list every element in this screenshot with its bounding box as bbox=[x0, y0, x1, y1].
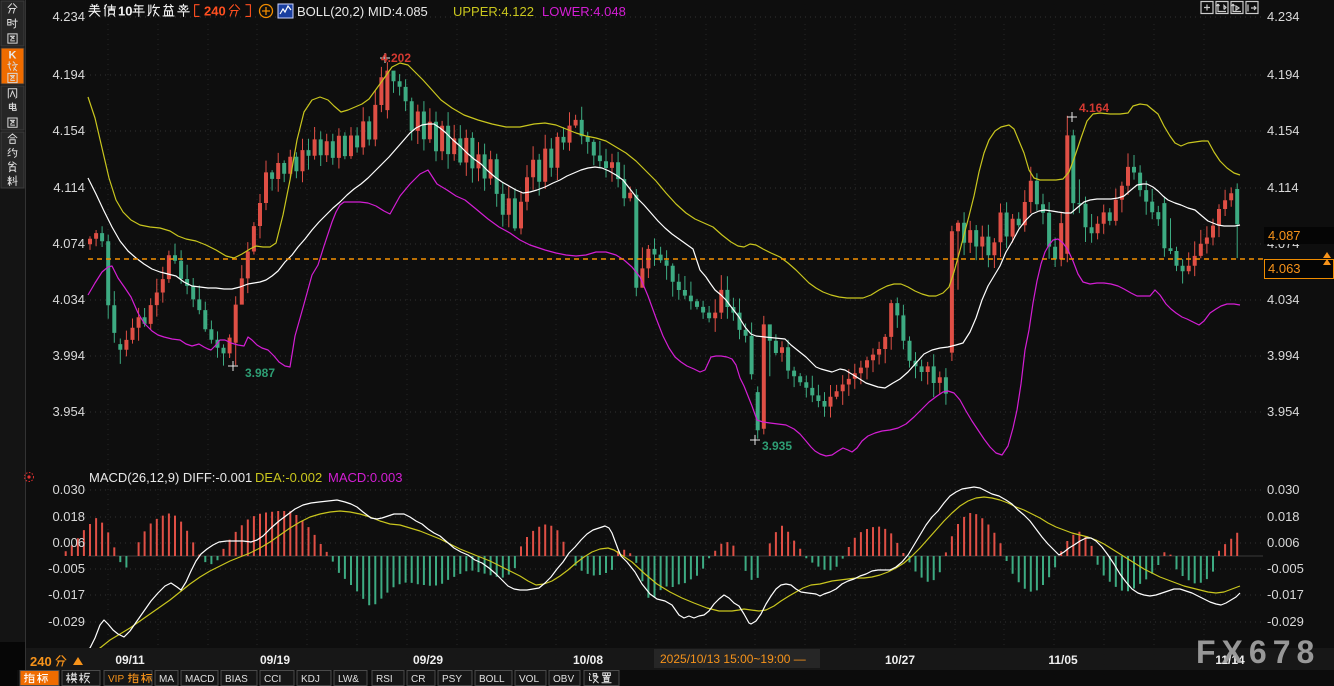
svg-text:3.987: 3.987 bbox=[245, 366, 275, 380]
svg-text:0.006: 0.006 bbox=[52, 535, 85, 550]
svg-text:240: 240 bbox=[30, 654, 52, 669]
svg-text:10/08: 10/08 bbox=[573, 653, 603, 667]
svg-text:11/05: 11/05 bbox=[1048, 653, 1078, 667]
svg-text:-0.029: -0.029 bbox=[48, 614, 85, 629]
svg-text:4.154: 4.154 bbox=[1267, 123, 1300, 138]
svg-text:10/27: 10/27 bbox=[885, 653, 915, 667]
svg-text:3.994: 3.994 bbox=[52, 348, 85, 363]
svg-text:DEA:-0.002: DEA:-0.002 bbox=[255, 470, 322, 485]
svg-text:-0.029: -0.029 bbox=[1267, 614, 1304, 629]
svg-text:4.202: 4.202 bbox=[381, 51, 411, 65]
svg-text:4.034: 4.034 bbox=[1267, 292, 1300, 307]
svg-text:OBV: OBV bbox=[553, 674, 574, 685]
svg-text:KDJ: KDJ bbox=[301, 674, 320, 685]
svg-text:MACD:0.003: MACD:0.003 bbox=[328, 470, 402, 485]
svg-text:3.954: 3.954 bbox=[1267, 404, 1300, 419]
svg-text:MACD(26,12,9) DIFF:-0.001: MACD(26,12,9) DIFF:-0.001 bbox=[89, 470, 252, 485]
svg-text:BOLL(20,2) MID:4.085: BOLL(20,2) MID:4.085 bbox=[297, 4, 428, 19]
svg-text:UPPER:4.122: UPPER:4.122 bbox=[453, 4, 534, 19]
svg-text:-0.017: -0.017 bbox=[48, 587, 85, 602]
svg-text:BIAS: BIAS bbox=[225, 674, 248, 685]
svg-text:4.234: 4.234 bbox=[1267, 9, 1300, 24]
svg-text:4.063: 4.063 bbox=[1268, 261, 1301, 276]
svg-text:240: 240 bbox=[204, 3, 226, 18]
svg-text:MACD: MACD bbox=[185, 674, 214, 685]
svg-text:0.030: 0.030 bbox=[1267, 482, 1300, 497]
svg-text:VIP: VIP bbox=[108, 674, 124, 685]
svg-text:3.935: 3.935 bbox=[762, 439, 792, 453]
svg-text:0.018: 0.018 bbox=[52, 509, 85, 524]
svg-text:0.030: 0.030 bbox=[52, 482, 85, 497]
svg-text:2025/10/13 15:00~19:00 —: 2025/10/13 15:00~19:00 — bbox=[660, 652, 806, 666]
svg-text:4.087: 4.087 bbox=[1268, 228, 1301, 243]
svg-text:0.018: 0.018 bbox=[1267, 509, 1300, 524]
svg-text:FX678: FX678 bbox=[1196, 634, 1320, 670]
svg-text:4.114: 4.114 bbox=[53, 180, 85, 195]
svg-text:4.034: 4.034 bbox=[52, 292, 85, 307]
svg-text:PSY: PSY bbox=[442, 674, 462, 685]
svg-text:4.194: 4.194 bbox=[52, 67, 85, 82]
svg-text:4.114: 4.114 bbox=[1267, 180, 1299, 195]
svg-text:-0.017: -0.017 bbox=[1267, 587, 1304, 602]
svg-text:4.164: 4.164 bbox=[1079, 101, 1109, 115]
svg-text:09/11: 09/11 bbox=[115, 653, 145, 667]
svg-text:LW&: LW& bbox=[338, 674, 359, 685]
svg-text:4.194: 4.194 bbox=[1267, 67, 1300, 82]
svg-text:K: K bbox=[9, 50, 17, 62]
svg-text:CR: CR bbox=[411, 674, 425, 685]
svg-text:BOLL: BOLL bbox=[479, 674, 505, 685]
svg-text:0.006: 0.006 bbox=[1267, 535, 1300, 550]
svg-text:10: 10 bbox=[118, 3, 132, 18]
svg-text:4.074: 4.074 bbox=[52, 236, 85, 251]
svg-text:CCI: CCI bbox=[264, 674, 281, 685]
svg-text:LOWER:4.048: LOWER:4.048 bbox=[542, 4, 626, 19]
svg-text:09/29: 09/29 bbox=[413, 653, 443, 667]
svg-text:VOL: VOL bbox=[519, 674, 539, 685]
svg-text:09/19: 09/19 bbox=[260, 653, 290, 667]
svg-text:RSI: RSI bbox=[376, 674, 393, 685]
svg-text:3.994: 3.994 bbox=[1267, 348, 1300, 363]
svg-text:-0.005: -0.005 bbox=[1267, 561, 1304, 576]
svg-text:4.154: 4.154 bbox=[52, 123, 85, 138]
svg-text:MA: MA bbox=[159, 674, 174, 685]
svg-text:-0.005: -0.005 bbox=[48, 561, 85, 576]
svg-text:3.954: 3.954 bbox=[52, 404, 85, 419]
svg-text:4.234: 4.234 bbox=[52, 9, 85, 24]
